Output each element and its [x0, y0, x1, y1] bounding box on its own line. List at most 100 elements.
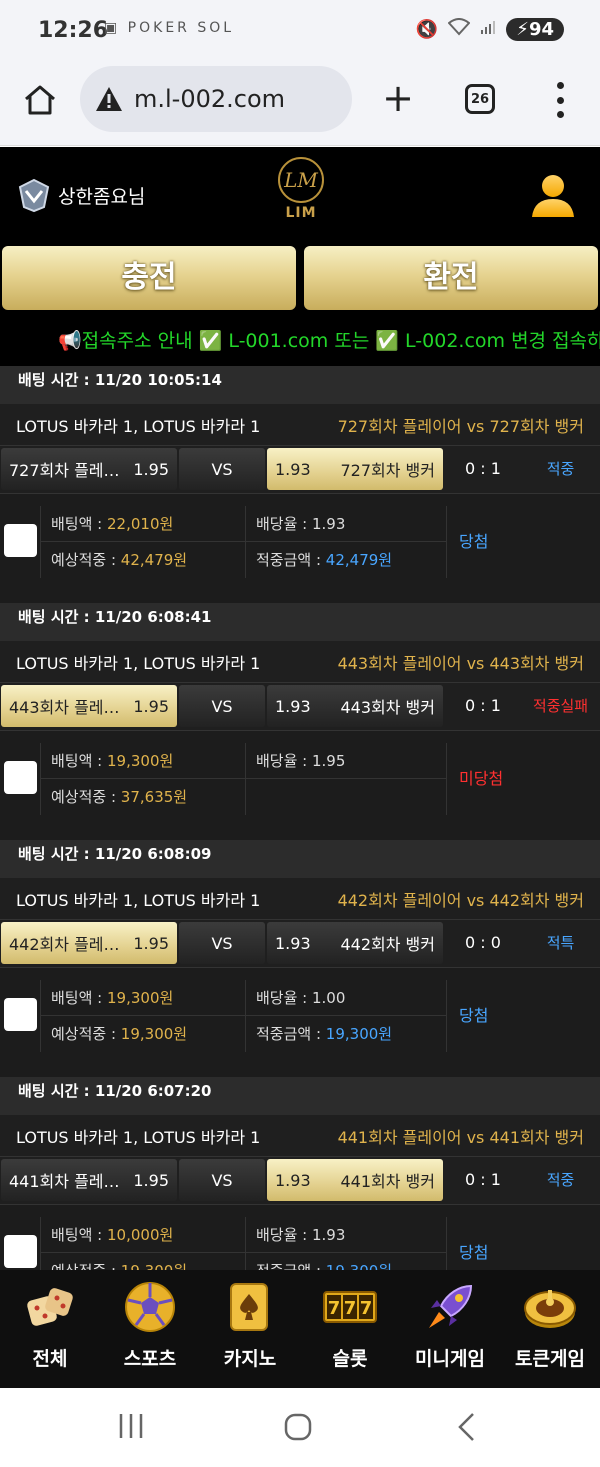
rocket-icon	[429, 1284, 473, 1328]
warning-icon	[96, 87, 122, 111]
win-amount: 42,479원	[325, 551, 393, 569]
home-odds-button[interactable]: 442회차 플레… 1.95	[1, 922, 177, 964]
dice-icon	[27, 1288, 73, 1326]
nav-token-game[interactable]: 토큰게임	[500, 1270, 600, 1388]
bet-item: 배팅 시간 : 11/20 6:08:41 LOTUS 바카라 1, LOTUS…	[0, 603, 600, 840]
rate-cell: 배당율 : 1.93	[245, 1217, 447, 1253]
bet-time: 배팅 시간 : 11/20 6:08:09	[0, 840, 600, 878]
score: 0 : 1	[465, 696, 501, 715]
detail-grid: 배팅액 : 10,000원 배당율 : 1.93 예상적중 : 19,300원 …	[40, 1217, 447, 1270]
nav-label: 카지노	[223, 1348, 277, 1370]
expected-amount: 19,300원	[121, 1262, 187, 1270]
home-odds: 1.95	[133, 459, 169, 479]
nav-sports[interactable]: 스포츠	[100, 1270, 200, 1388]
select-checkbox[interactable]	[4, 761, 37, 794]
result-label: 적특	[546, 934, 575, 952]
vs-label: VS	[179, 1159, 265, 1201]
status-label: 당첨	[446, 980, 600, 1052]
home-label: 443회차 플레…	[9, 698, 120, 717]
home-odds-button[interactable]: 727회차 플레… 1.95	[1, 448, 177, 490]
recent-apps-icon[interactable]	[118, 1412, 144, 1440]
nav-all[interactable]: 전체	[0, 1270, 100, 1388]
vs-label: VS	[179, 448, 265, 490]
soccer-ball-icon	[125, 1282, 175, 1332]
notice-text: 📢접속주소 안내 ✅ L-001.com 또는 ✅ L-002.com 변경 접…	[58, 330, 600, 352]
away-label: 727회차 뱅커	[340, 461, 435, 480]
nav-label: 전체	[32, 1348, 68, 1370]
slot-777-icon: 7 7 7	[323, 1291, 377, 1323]
result-label: 적중	[546, 460, 575, 478]
away-odds-button[interactable]: 1.93 441회차 뱅커	[267, 1159, 443, 1201]
select-checkbox[interactable]	[4, 998, 37, 1031]
bet-item: 배팅 시간 : 11/20 6:08:09 LOTUS 바카라 1, LOTUS…	[0, 840, 600, 1077]
bet-detail: 배팅액 : 19,300원 배당율 : 1.00 예상적중 : 19,300원 …	[0, 968, 600, 1077]
exchange-button[interactable]: 환전	[304, 246, 598, 310]
charge-button[interactable]: 충전	[2, 246, 296, 310]
mute-icon: 🔇	[415, 19, 439, 40]
odds-row: 443회차 플레… 1.95 VS 1.93 443회차 뱅커 0 : 1 적중…	[0, 683, 600, 731]
home-button[interactable]	[20, 80, 60, 120]
nav-casino[interactable]: 카지노	[200, 1270, 300, 1388]
bet-amount-label: 배팅액 :	[51, 752, 107, 770]
matchup: 727회차 플레이어 vs 727회차 뱅커	[337, 416, 584, 436]
expected-label: 예상적중 :	[51, 1025, 121, 1043]
score: 0 : 0	[465, 933, 501, 952]
odds-row: 441회차 플레… 1.95 VS 1.93 441회차 뱅커 0 : 1 적중	[0, 1157, 600, 1205]
home-odds: 1.95	[133, 696, 169, 716]
user-info[interactable]: 상한좀요님	[16, 177, 145, 213]
home-nav-icon[interactable]	[283, 1412, 313, 1442]
site-logo[interactable]: LM LIM	[258, 157, 344, 237]
home-label: 441회차 플레…	[9, 1172, 120, 1191]
profile-icon[interactable]	[530, 171, 576, 219]
status-label: 당첨	[446, 506, 600, 578]
bet-amount-cell: 배팅액 : 19,300원	[41, 743, 245, 779]
bet-item: 배팅 시간 : 11/20 6:07:20 LOTUS 바카라 1, LOTUS…	[0, 1077, 600, 1270]
svg-text:7: 7	[344, 1298, 357, 1319]
bet-amount-cell: 배팅액 : 22,010원	[41, 506, 245, 542]
home-odds-button[interactable]: 443회차 플레… 1.95	[1, 685, 177, 727]
win-label: 적중금액 :	[256, 1025, 326, 1043]
browser-menu-button[interactable]	[545, 82, 575, 118]
bet-amount: 19,300원	[107, 989, 174, 1007]
rate-label: 배당율 :	[256, 515, 312, 533]
away-odds-button[interactable]: 1.93 442회차 뱅커	[267, 922, 443, 964]
status-label: 당첨	[446, 1217, 600, 1270]
wifi-icon	[447, 18, 471, 41]
svg-text:7: 7	[360, 1298, 373, 1319]
nav-slot[interactable]: 7 7 7 슬롯	[300, 1270, 400, 1388]
rate-cell: 배당율 : 1.00	[245, 980, 447, 1016]
rate-value: 1.00	[312, 989, 346, 1007]
away-odds-button[interactable]: 1.93 443회차 뱅커	[267, 685, 443, 727]
home-odds-button[interactable]: 441회차 플레… 1.95	[1, 1159, 177, 1201]
clock: 12:26	[38, 18, 109, 43]
rank-badge-icon	[18, 178, 50, 213]
away-odds: 1.93	[275, 1170, 311, 1190]
nav-minigame[interactable]: 미니게임	[400, 1270, 500, 1388]
logo-text: LIM	[285, 205, 317, 221]
expected-amount: 42,479원	[120, 551, 188, 569]
matchup: 443회차 플레이어 vs 443회차 뱅커	[337, 653, 584, 673]
home-label: 727회차 플레…	[9, 461, 120, 480]
away-odds-button[interactable]: 1.93 727회차 뱅커	[267, 448, 443, 490]
nav-label: 미니게임	[415, 1348, 485, 1370]
score: 0 : 1	[465, 1170, 501, 1189]
expected-label: 예상적중 :	[51, 1262, 121, 1270]
rate-label: 배당율 :	[256, 1226, 312, 1244]
tab-switcher-button[interactable]: 26	[465, 84, 495, 114]
status-right: 🔇 ⚡94	[416, 18, 564, 41]
new-tab-button[interactable]: +	[378, 78, 418, 118]
select-checkbox[interactable]	[4, 524, 37, 557]
home-odds: 1.95	[133, 933, 169, 953]
away-label: 441회차 뱅커	[340, 1172, 435, 1191]
bet-match-row: LOTUS 바카라 1, LOTUS 바카라 1 727회차 플레이어 vs 7…	[0, 404, 600, 446]
address-bar[interactable]: m.l-002.com	[80, 66, 352, 132]
select-checkbox[interactable]	[4, 1235, 37, 1268]
back-icon[interactable]	[456, 1412, 476, 1442]
away-odds: 1.93	[275, 459, 311, 479]
nav-label: 토큰게임	[515, 1348, 585, 1370]
win-label: 적중금액 :	[256, 1262, 326, 1270]
username: 상한좀요님	[58, 185, 146, 208]
battery-indicator: ⚡94	[506, 18, 564, 41]
rate-label: 배당율 :	[256, 752, 312, 770]
browser-toolbar: m.l-002.com + 26	[0, 64, 600, 146]
